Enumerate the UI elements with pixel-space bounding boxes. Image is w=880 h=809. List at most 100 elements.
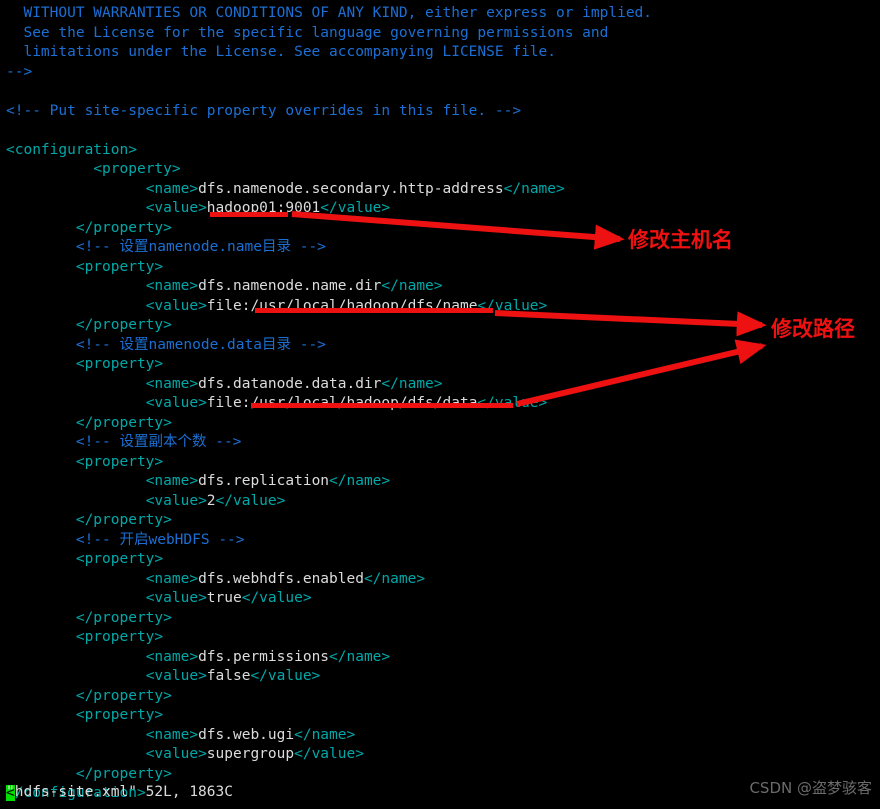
code-token: <name>: [145, 726, 199, 743]
code-token: dfs.namenode.name.dir: [198, 278, 382, 294]
code-token: WITHOUT WARRANTIES OR CONDITIONS OF ANY …: [23, 5, 653, 21]
watermark: CSDN @盗梦骇客: [749, 779, 872, 797]
code-token: </property>: [75, 765, 172, 782]
code-token: <name>: [145, 570, 199, 587]
code-line: <value>hadoop01:9001</value>: [0, 199, 880, 219]
code-token: <value>: [145, 395, 207, 411]
code-token: <value>: [145, 668, 207, 684]
code-token: dfs.datanode.data.dir: [198, 375, 382, 392]
code-token: <value>: [145, 590, 207, 606]
code-token: </property>: [75, 687, 172, 704]
code-token: dfs.permissions: [198, 648, 330, 665]
code-token: <!-- 设置副本个数 -->: [75, 434, 242, 450]
code-token: <configuration>: [6, 141, 137, 158]
code-line: <property>: [0, 628, 880, 648]
code-line: <value>file:/usr/local/hadoop/dfs/data</…: [0, 394, 880, 414]
code-token: <!-- 设置namenode.name目录 -->: [75, 239, 326, 255]
code-token: </value>: [294, 746, 364, 762]
code-token: </value>: [320, 200, 391, 216]
annotation-label-hostname: 修改主机名: [628, 228, 733, 252]
code-line: <name>dfs.replication</name>: [0, 472, 880, 492]
code-token: </property>: [75, 317, 172, 333]
code-line: </property>: [0, 219, 880, 239]
code-line: <!-- 设置namenode.data目录 -->: [0, 336, 880, 356]
code-token: supergroup: [206, 746, 295, 762]
code-token: </property>: [75, 414, 172, 431]
code-line: <!-- 设置namenode.name目录 -->: [0, 238, 880, 258]
code-token: <property>: [75, 356, 164, 372]
code-line: </property>: [0, 765, 880, 785]
code-viewport[interactable]: WITHOUT WARRANTIES OR CONDITIONS OF ANY …: [0, 0, 880, 804]
code-token: </value>: [477, 395, 548, 411]
code-line: <value>supergroup</value>: [0, 745, 880, 765]
code-token: hadoop01:9001: [206, 200, 321, 216]
code-token: <property>: [75, 629, 164, 645]
code-token: <property>: [75, 707, 164, 723]
code-token: <value>: [145, 492, 207, 509]
code-token: dfs.web.ugi: [198, 726, 295, 743]
code-line: <property>: [0, 453, 880, 473]
code-line: <name>dfs.namenode.secondary.http-addres…: [0, 180, 880, 200]
code-token: <value>: [145, 746, 207, 762]
code-line: <!-- 设置副本个数 -->: [0, 433, 880, 453]
code-token: limitations under the License. See accom…: [23, 44, 556, 60]
code-token: <property>: [75, 258, 164, 275]
code-token: dfs.namenode.secondary.http-address: [198, 180, 504, 197]
code-token: <name>: [145, 375, 199, 392]
code-line: </property>: [0, 687, 880, 707]
code-token: file:/usr/local/hadoop/dfs/name: [206, 297, 478, 314]
code-line: </property>: [0, 511, 880, 531]
code-line: <value>2</value>: [0, 492, 880, 512]
code-token: </name>: [294, 726, 356, 743]
code-token: <value>: [145, 200, 207, 216]
code-line: </property>: [0, 316, 880, 336]
code-token: See the License for the specific languag…: [23, 24, 609, 41]
code-line: <value>file:/usr/local/hadoop/dfs/name</…: [0, 297, 880, 317]
code-line: <property>: [0, 160, 880, 180]
code-token: </value>: [241, 590, 312, 606]
code-token: <value>: [145, 297, 207, 314]
code-token: </property>: [75, 219, 172, 236]
code-token: dfs.webhdfs.enabled: [198, 570, 364, 587]
code-line: <name>dfs.webhdfs.enabled</name>: [0, 570, 880, 590]
code-token: <name>: [145, 648, 199, 665]
code-token: <property>: [75, 551, 164, 567]
code-line: <property>: [0, 355, 880, 375]
code-line: WITHOUT WARRANTIES OR CONDITIONS OF ANY …: [0, 4, 880, 24]
code-token: dfs.replication: [198, 473, 330, 489]
code-token: </value>: [215, 492, 286, 509]
code-token: 2: [206, 492, 216, 509]
code-token: <name>: [145, 278, 199, 294]
code-token: </name>: [381, 375, 443, 392]
code-line: </property>: [0, 414, 880, 434]
code-line: <value>true</value>: [0, 589, 880, 609]
code-token: <property>: [93, 161, 181, 177]
code-line: -->: [0, 63, 880, 83]
code-token: </name>: [329, 473, 391, 489]
code-token: false: [206, 668, 251, 684]
